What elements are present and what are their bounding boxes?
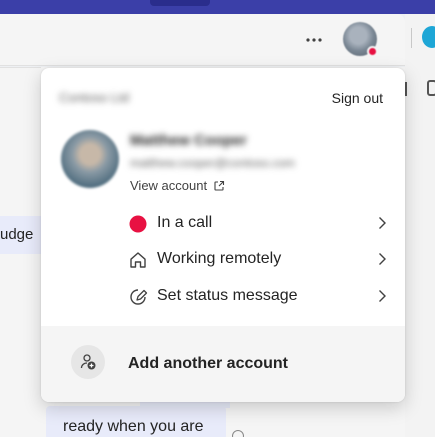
app-logo-icon[interactable] (422, 26, 435, 48)
ellipsis-icon (306, 38, 322, 42)
user-name: Matthew Cooper (130, 132, 247, 149)
status-label: In a call (157, 214, 213, 231)
chat-message-text: udge (0, 226, 34, 243)
add-account-button[interactable]: Add another account (41, 326, 405, 402)
view-account-label: View account (130, 178, 208, 193)
divider (411, 28, 412, 48)
view-account-link[interactable]: View account (130, 178, 225, 193)
divider (0, 67, 41, 68)
right-side-strip (405, 14, 435, 437)
app-header (0, 14, 405, 66)
account-menu: Contoso Ltd Sign out Matthew Cooper matt… (41, 68, 405, 402)
edit-status-icon (128, 287, 148, 307)
user-email: matthew.cooper@contoso.com (130, 156, 295, 170)
add-account-label: Add another account (128, 355, 289, 372)
chevron-right-icon (379, 253, 386, 265)
chevron-right-icon (379, 290, 386, 302)
expand-icon[interactable] (427, 80, 435, 96)
profile-avatar-button[interactable] (343, 22, 378, 57)
home-icon (128, 250, 148, 270)
status-message-label: Set status message (157, 287, 298, 304)
add-person-icon (71, 345, 105, 379)
sign-out-link[interactable]: Sign out (332, 90, 383, 106)
top-band-tab (150, 0, 210, 6)
chat-message: ready when you are (46, 406, 226, 437)
set-status-message-item[interactable]: Set status message (41, 278, 405, 314)
location-label: Working remotely (157, 250, 282, 267)
more-options-button[interactable] (300, 29, 328, 51)
chat-message-text: ready when you are (63, 418, 204, 435)
status-busy-dot-icon (128, 214, 148, 234)
external-link-icon (214, 180, 225, 191)
toolbar-icon[interactable] (405, 82, 413, 96)
chevron-right-icon (379, 217, 386, 229)
status-item-in-a-call[interactable]: In a call (41, 205, 405, 241)
app-top-band (0, 0, 435, 14)
busy-status-dot (367, 46, 378, 57)
profile-picture (61, 130, 119, 188)
reaction-icon[interactable] (232, 430, 244, 437)
org-name: Contoso Ltd (59, 90, 130, 105)
location-item-working-remotely[interactable]: Working remotely (41, 241, 405, 277)
